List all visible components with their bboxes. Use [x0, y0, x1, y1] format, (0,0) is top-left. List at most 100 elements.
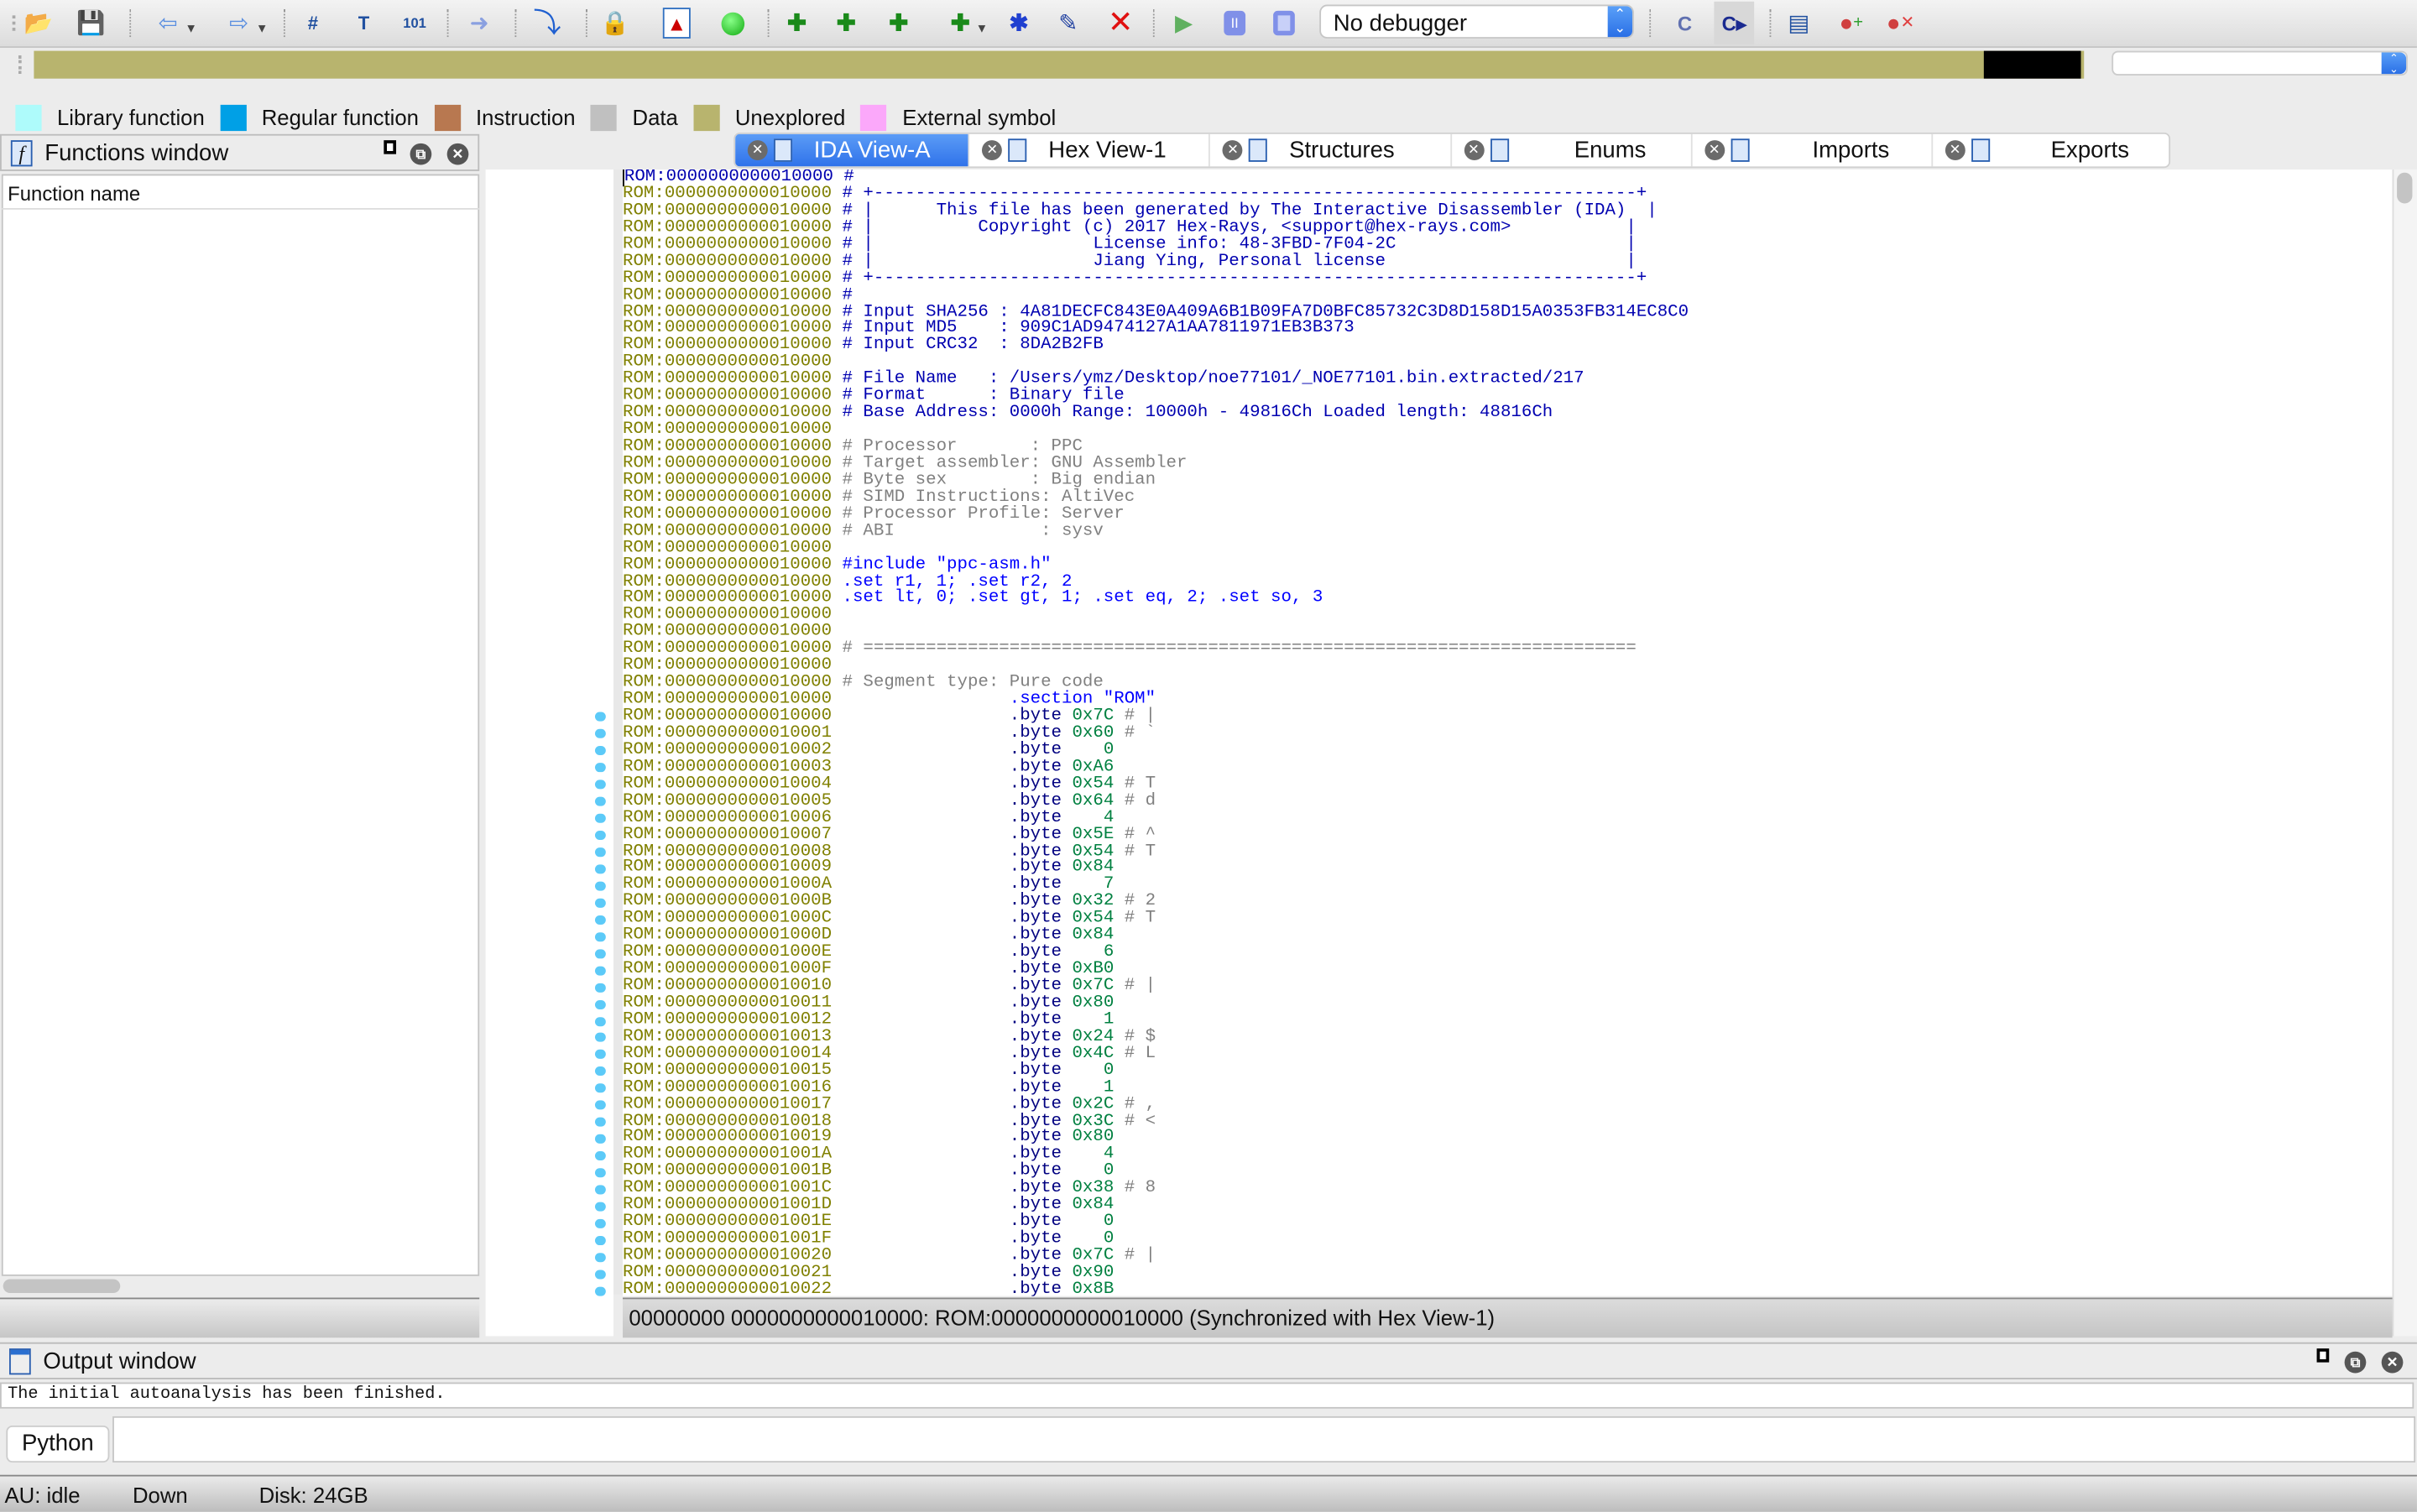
- navigation-band[interactable]: [34, 50, 2085, 79]
- listing-line[interactable]: ROM:0000000000010000 # Processor : PPC: [623, 438, 2393, 456]
- delete-breakpoint-icon[interactable]: ● ✕: [1883, 6, 1917, 39]
- listing-line[interactable]: ROM:0000000000010002 .byte 0: [623, 742, 2393, 759]
- listing-line[interactable]: ROM:000000000001001E .byte 0: [623, 1213, 2393, 1232]
- listing-line[interactable]: ROM:0000000000010000 # Target assembler:…: [623, 455, 2393, 473]
- listing-line[interactable]: ROM:0000000000010018 .byte 0x3C # <: [623, 1113, 2393, 1130]
- listing-line[interactable]: ROM:0000000000010000 # Base Address: 000…: [623, 404, 2393, 422]
- navband-grip[interactable]: [18, 55, 24, 75]
- listing-line[interactable]: ROM:0000000000010000 .set r1, 1; .set r2…: [623, 573, 2393, 591]
- forward-dropdown-icon[interactable]: ▼: [256, 22, 269, 36]
- listing-line[interactable]: ROM:0000000000010000 #include "ppc-asm.h…: [623, 556, 2393, 574]
- listing-line[interactable]: ROM:0000000000010019 .byte 0x80: [623, 1129, 2393, 1147]
- listing-line[interactable]: ROM:000000000001000A .byte 7: [623, 877, 2393, 894]
- listing-line[interactable]: ROM:0000000000010006 .byte 4: [623, 809, 2393, 826]
- decompile-icon[interactable]: C: [1668, 6, 1701, 39]
- listing-line[interactable]: ROM:0000000000010000 # ABI : sysv: [623, 523, 2393, 540]
- listing-line[interactable]: ROM:0000000000010013 .byte 0x24 # $: [623, 1028, 2393, 1046]
- listing-line[interactable]: ROM:0000000000010000 # File Name : /User…: [623, 371, 2393, 388]
- close-tab-icon[interactable]: ✕: [1463, 140, 1484, 161]
- listing-line[interactable]: ROM:0000000000010000 # | Copyright (c) 2…: [623, 219, 2393, 237]
- listing-line[interactable]: ROM:0000000000010010 .byte 0x7C # |: [623, 978, 2393, 995]
- listing-line[interactable]: ROM:0000000000010000 # +----------------…: [623, 269, 2393, 288]
- start-debug-icon[interactable]: ▶: [1167, 6, 1200, 39]
- debugger-select[interactable]: No debugger ⌃ ⌄: [1319, 4, 1634, 39]
- restore-icon[interactable]: ⧉: [410, 143, 432, 165]
- listing-line[interactable]: ROM:0000000000010005 .byte 0x64 # d: [623, 792, 2393, 810]
- listing-line[interactable]: ROM:0000000000010000: [623, 540, 2393, 557]
- listing-line[interactable]: ROM:000000000001000B .byte 0x32 # 2: [623, 894, 2393, 911]
- listing-line[interactable]: ROM:0000000000010000 #: [623, 286, 2393, 305]
- navigation-band-cursor[interactable]: [1983, 50, 2081, 79]
- segment-combo[interactable]: ⌃ ⌄: [2112, 50, 2408, 76]
- close-icon[interactable]: ✕: [2381, 1351, 2404, 1374]
- listing-line[interactable]: ROM:0000000000010022 .byte 0x8B: [623, 1281, 2393, 1296]
- maximize-icon[interactable]: [2316, 1348, 2330, 1363]
- search-direction[interactable]: Down: [133, 1483, 188, 1507]
- toolbar-grip[interactable]: [12, 15, 18, 31]
- listing-line[interactable]: ROM:0000000000010000 # Format : Binary f…: [623, 388, 2393, 405]
- listing-line[interactable]: ROM:0000000000010000 #: [623, 169, 2393, 187]
- listing-line[interactable]: ROM:000000000001001B .byte 0: [623, 1163, 2393, 1181]
- listing-line[interactable]: ROM:0000000000010000 .section "ROM": [623, 691, 2393, 709]
- listing-line[interactable]: ROM:0000000000010020 .byte 0x7C # |: [623, 1248, 2393, 1265]
- create-data-icon[interactable]: ✚: [829, 6, 863, 39]
- back-dropdown-icon[interactable]: ▼: [185, 22, 197, 36]
- create-dropdown-icon[interactable]: ▼: [976, 22, 989, 36]
- listing-line[interactable]: ROM:0000000000010004 .byte 0x54 # T: [623, 775, 2393, 793]
- listing-line[interactable]: ROM:000000000001001A .byte 4: [623, 1146, 2393, 1164]
- output-log[interactable]: The initial autoanalysis has been finish…: [0, 1382, 2414, 1409]
- tab-exports[interactable]: ✕ Exports: [1933, 134, 2169, 167]
- listing-line[interactable]: ROM:0000000000010000 .byte 0x7C # |: [623, 708, 2393, 726]
- tab-ida-view-a[interactable]: ✕ IDA View-A: [735, 133, 970, 167]
- tab-structures[interactable]: ✕ Structures: [1210, 133, 1452, 167]
- listing-line[interactable]: ROM:0000000000010000 # | License info: 4…: [623, 236, 2393, 253]
- listing-line[interactable]: ROM:000000000001000C .byte 0x54 # T: [623, 910, 2393, 928]
- restore-icon[interactable]: ⧉: [2344, 1351, 2367, 1374]
- listing-line[interactable]: ROM:0000000000010000 # Input MD5 : 909C1…: [623, 321, 2393, 338]
- listing-line[interactable]: ROM:0000000000010000 # Segment type: Pur…: [623, 675, 2393, 692]
- disassembly-listing[interactable]: ROM:0000000000010000 # ROM:00000000000100…: [623, 169, 2393, 1296]
- gutter-divider[interactable]: [613, 169, 624, 1295]
- column-header-function-name[interactable]: Function name: [8, 182, 140, 206]
- edit-icon[interactable]: ✎: [1052, 6, 1085, 39]
- maximize-icon[interactable]: [384, 140, 397, 154]
- listing-line[interactable]: ROM:000000000001000F .byte 0xB0: [623, 961, 2393, 978]
- functions-list[interactable]: [1, 174, 480, 1276]
- close-tab-icon[interactable]: ✕: [982, 140, 1003, 161]
- listing-line[interactable]: ROM:0000000000010000: [623, 421, 2393, 439]
- listing-line[interactable]: ROM:000000000001000E .byte 6: [623, 944, 2393, 962]
- cli-input[interactable]: [112, 1416, 2416, 1463]
- listing-line[interactable]: ROM:0000000000010000 # Byte sex : Big en…: [623, 472, 2393, 490]
- create-string-icon[interactable]: ✚: [882, 6, 916, 39]
- lock-icon[interactable]: 🔒: [598, 6, 632, 39]
- pause-icon[interactable]: II: [1218, 6, 1251, 39]
- listing-line[interactable]: ROM:0000000000010000 .set lt, 0; .set gt…: [623, 590, 2393, 607]
- horizontal-scrollbar[interactable]: [3, 1279, 121, 1293]
- listing-line[interactable]: ROM:0000000000010009 .byte 0x84: [623, 859, 2393, 878]
- tab-hex-view-1[interactable]: ✕ Hex View-1: [970, 133, 1211, 167]
- jump-down-icon[interactable]: ⤵: [530, 6, 564, 39]
- search-immediate-icon[interactable]: 101: [398, 6, 431, 39]
- create-code-icon[interactable]: ✚: [780, 6, 813, 39]
- back-icon[interactable]: ⇦: [151, 6, 185, 39]
- graph-icon[interactable]: ▲: [662, 8, 691, 39]
- listing-line[interactable]: ROM:0000000000010003 .byte 0xA6: [623, 759, 2393, 776]
- close-tab-icon[interactable]: ✕: [1223, 140, 1244, 161]
- save-icon[interactable]: 💾: [74, 6, 107, 39]
- close-tab-icon[interactable]: ✕: [747, 140, 768, 161]
- vertical-scrollbar-thumb[interactable]: [2397, 172, 2413, 204]
- open-file-icon[interactable]: 📂: [22, 6, 55, 39]
- listing-line[interactable]: ROM:0000000000010017 .byte 0x2C # ,: [623, 1096, 2393, 1113]
- forward-icon[interactable]: ⇨: [222, 6, 255, 39]
- listing-line[interactable]: ROM:0000000000010000 # =================…: [623, 640, 2393, 659]
- listing-line[interactable]: ROM:0000000000010007 .byte 0x5E # ^: [623, 826, 2393, 844]
- jump-icon[interactable]: ➜: [462, 6, 496, 39]
- tab-imports[interactable]: ✕ Imports: [1692, 133, 1933, 167]
- listing-line[interactable]: ROM:0000000000010000: [623, 657, 2393, 675]
- listing-line[interactable]: ROM:0000000000010016 .byte 1: [623, 1079, 2393, 1097]
- listing-line[interactable]: ROM:0000000000010000 # +----------------…: [623, 185, 2393, 203]
- listing-line[interactable]: ROM:0000000000010000: [623, 607, 2393, 624]
- vertical-scrollbar[interactable]: [2392, 169, 2417, 1337]
- listing-line[interactable]: ROM:0000000000010000 # SIMD Instructions…: [623, 489, 2393, 507]
- listing-line[interactable]: ROM:000000000001001F .byte 0: [623, 1230, 2393, 1249]
